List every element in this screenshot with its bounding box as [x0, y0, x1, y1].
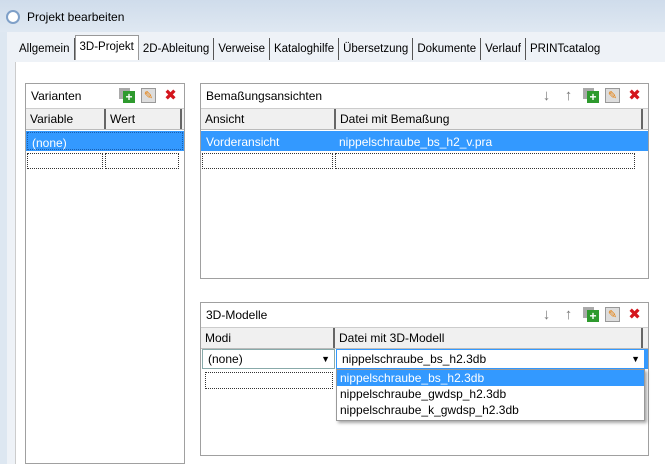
new-row[interactable] [26, 152, 184, 172]
varianten-title-text: Varianten [31, 89, 82, 103]
bemassung-header: Ansicht Datei mit Bemaßung [201, 108, 648, 130]
new-row[interactable] [201, 152, 648, 172]
empty-cell[interactable] [202, 153, 333, 169]
column-modi[interactable]: Modi [201, 328, 335, 348]
modelle-panel: 3D-Modelle ↓ ↑ ✎ ✖ Modi Datei mit 3D-Mod… [200, 302, 649, 456]
tab-2d-ableitung[interactable]: 2D-Ableitung [139, 38, 215, 60]
edit-icon[interactable]: ✎ [605, 88, 620, 103]
bemassung-title: Bemaßungsansichten [206, 89, 323, 103]
modi-combo[interactable]: (none) ▼ [202, 349, 335, 369]
tab-dokumente[interactable]: Dokumente [413, 38, 482, 60]
delete-icon[interactable]: ✖ [163, 88, 178, 103]
bemassung-panel: Bemaßungsansichten ↓ ↑ ✎ ✖ Ansicht Datei… [200, 83, 649, 279]
tab-bar: Allgemein 3D-Projekt 2D-Ableitung Verwei… [15, 35, 604, 61]
dropdown-arrow-icon[interactable]: ▼ [631, 350, 640, 368]
empty-cell[interactable] [335, 153, 635, 169]
tab-uebersetzung[interactable]: Übersetzung [339, 38, 414, 60]
empty-cell[interactable] [27, 153, 103, 169]
empty-cell[interactable] [105, 153, 179, 169]
delete-icon[interactable]: ✖ [627, 307, 642, 322]
cell-variable: (none) [27, 132, 183, 150]
cell-datei: nippelschraube_bs_h2_v.pra [339, 135, 493, 149]
tab-allgemein[interactable]: Allgemein [15, 38, 75, 60]
column-datei[interactable]: Datei mit Bemaßung [336, 109, 643, 129]
add-icon[interactable] [119, 88, 135, 103]
move-down-icon[interactable]: ↓ [539, 88, 554, 103]
empty-cell[interactable] [205, 372, 333, 389]
table-row[interactable]: (none) [26, 131, 184, 151]
datei-combo[interactable]: nippelschraube_bs_h2.3db ▼ [336, 349, 645, 369]
option-3[interactable]: nippelschraube_k_gwdsp_h2.3db [337, 402, 644, 418]
app-icon [6, 10, 20, 24]
tab-printcatalog[interactable]: PRINTcatalog [526, 38, 604, 60]
modi-value: (none) [208, 352, 243, 366]
add-icon[interactable] [583, 88, 599, 103]
tab-kataloghilfe[interactable]: Kataloghilfe [270, 38, 340, 60]
column-wert[interactable]: Wert [106, 109, 182, 129]
datei-dropdown-list: nippelschraube_bs_h2.3db nippelschraube_… [336, 369, 645, 421]
option-1[interactable]: nippelschraube_bs_h2.3db [337, 370, 644, 386]
option-2[interactable]: nippelschraube_gwdsp_h2.3db [337, 386, 644, 402]
window-title: Projekt bearbeiten [27, 10, 125, 24]
move-down-icon[interactable]: ↓ [539, 307, 554, 322]
column-datei[interactable]: Datei mit 3D-Modell [335, 328, 643, 348]
add-icon[interactable] [583, 307, 599, 322]
cell-ansicht: Vorderansicht [206, 135, 280, 149]
edit-icon[interactable]: ✎ [605, 307, 620, 322]
modelle-header: Modi Datei mit 3D-Modell [201, 327, 648, 349]
modelle-title: 3D-Modelle [206, 308, 268, 322]
varianten-header: Variable Wert [26, 108, 184, 130]
column-variable[interactable]: Variable [26, 109, 106, 129]
tab-3d-projekt[interactable]: 3D-Projekt [74, 35, 139, 60]
dropdown-arrow-icon[interactable]: ▼ [321, 350, 330, 368]
table-row[interactable]: Vorderansicht nippelschraube_bs_h2_v.pra [201, 131, 648, 151]
tab-verweise[interactable]: Verweise [214, 38, 270, 60]
move-up-icon[interactable]: ↑ [561, 307, 576, 322]
move-up-icon[interactable]: ↑ [561, 88, 576, 103]
tab-verlauf[interactable]: Verlauf [481, 38, 526, 60]
column-ansicht[interactable]: Ansicht [201, 109, 336, 129]
edit-icon[interactable]: ✎ [141, 88, 156, 103]
delete-icon[interactable]: ✖ [627, 88, 642, 103]
datei-value: nippelschraube_bs_h2.3db [342, 352, 487, 366]
varianten-panel: Varianten ✎ ✖ Variable Wert (none) [25, 83, 185, 464]
